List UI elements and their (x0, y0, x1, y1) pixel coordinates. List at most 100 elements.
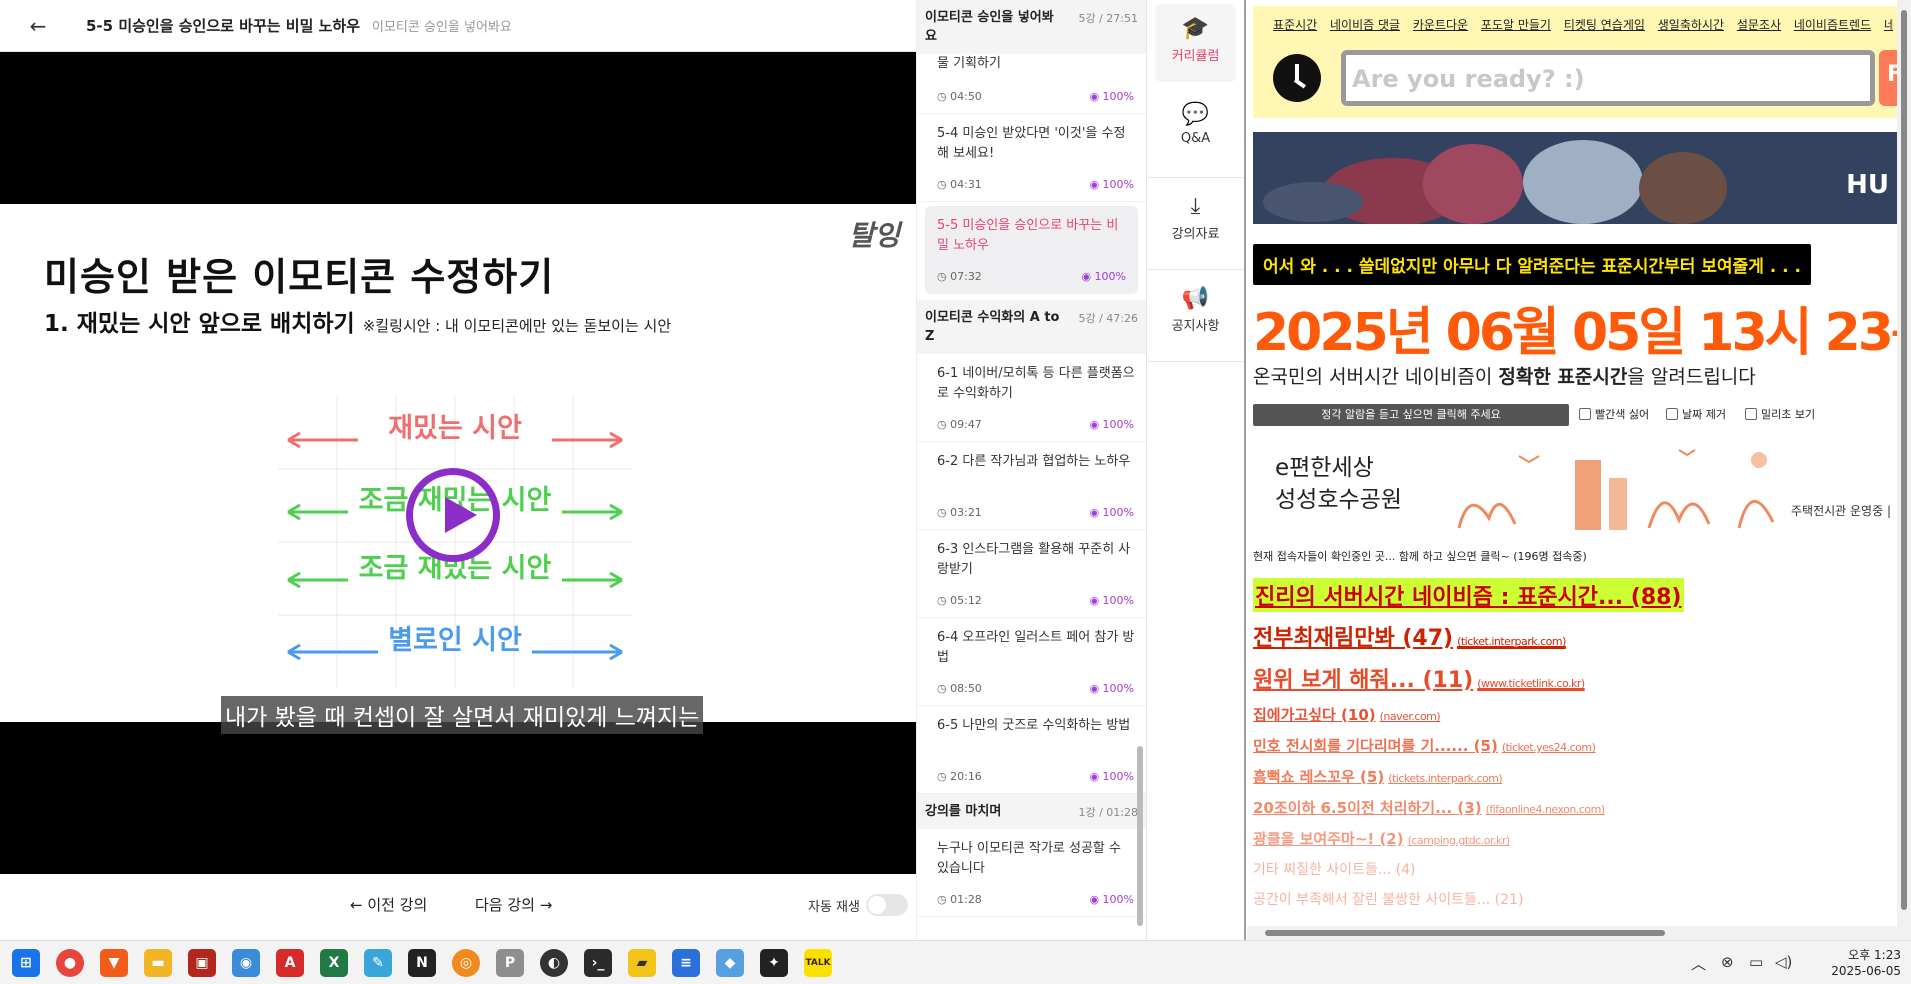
video-player[interactable]: 탈잉 미승인 받은 이모티콘 수정하기 1. 재밌는 시안 앞으로 배치하기 ※킬… (0, 52, 916, 874)
checkbox-red[interactable]: 빨간색 싫어 (1579, 406, 1649, 422)
brave-icon[interactable]: ▼ (100, 949, 128, 977)
nav-label: Q&A (1180, 131, 1211, 146)
lecture-title: 5-4 미승인 받았다면 '이것'을 수정해 보세요! (937, 126, 1126, 161)
alarm-button[interactable]: 정각 알람을 듣고 싶으면 클릭해 주세요 (1253, 404, 1569, 426)
lecture-item[interactable]: 물 기획하기 ◷ 04:50 ◉ 100% (917, 54, 1146, 114)
lecture-item-active[interactable]: 5-5 미승인을 승인으로 바꾸는 비밀 노하우 ◷ 07:32 ◉ 100% (925, 206, 1138, 294)
ranking-item[interactable]: 원위 보게 해줘... (11) (www.ticketlink.co.kr) (1253, 662, 1903, 694)
lecture-item[interactable]: 6-5 나만의 굿즈로 수익화하는 방법 ◷ 20:16 ◉ 100% (917, 706, 1146, 794)
lecture-duration: ◷ 01:28 (937, 893, 982, 906)
app-icon[interactable]: ▣ (188, 949, 216, 977)
nav-label: 공지사항 (1171, 319, 1220, 334)
scrollbar-thumb[interactable] (1901, 10, 1907, 910)
site-link[interactable]: 포도알 만들기 (1481, 18, 1551, 32)
site-link[interactable]: 네이비즘 댓글 (1330, 18, 1400, 32)
site-link[interactable]: 티켓팅 연습게임 (1564, 18, 1645, 32)
lecture-item[interactable]: 6-2 다른 작가님과 협업하는 노하우 ◷ 03:21 ◉ 100% (917, 442, 1146, 530)
folder-icon[interactable]: ▬ (144, 949, 172, 977)
download-icon: ⤓ (1190, 194, 1201, 219)
vertical-scrollbar[interactable] (1897, 0, 1911, 940)
paint-icon[interactable]: ✎ (364, 949, 392, 977)
duration-value: 20:16 (950, 770, 982, 783)
checkbox-box[interactable] (1579, 408, 1591, 420)
autoplay-toggle[interactable] (866, 894, 908, 916)
chrome-icon[interactable]: ● (56, 949, 84, 977)
visitors-notice[interactable]: 현재 접속자들이 확인중인 곳... 함께 하고 싶으면 클릭~ (196명 접… (1253, 548, 1587, 564)
ad-note: 주택전시관 운영중 | (1791, 504, 1891, 518)
nav-qna[interactable]: 💬 Q&A (1147, 86, 1244, 178)
network-icon[interactable]: ▭ (1749, 953, 1763, 971)
app-icon[interactable]: ◐ (540, 949, 568, 977)
back-arrow-icon[interactable]: ← (0, 14, 76, 38)
app-icon[interactable]: ✦ (760, 949, 788, 977)
chat-icon: 💬 (1181, 102, 1210, 127)
checkbox-box[interactable] (1745, 408, 1757, 420)
game-ad-banner[interactable]: HU (1253, 132, 1899, 224)
curriculum-section[interactable]: 이모티콘 수익화의 A to Z 5강 / 47:26 (917, 300, 1146, 354)
close-circle-icon[interactable]: ⊗ (1721, 953, 1734, 971)
lecture-item[interactable]: 6-3 인스타그램을 활용해 꾸준히 사랑받기 ◷ 05:12 ◉ 100% (917, 530, 1146, 618)
checkbox-date[interactable]: 날짜 제거 (1666, 406, 1726, 422)
lecture-progress: ◉ 100% (1089, 418, 1134, 431)
pdf-icon[interactable]: P (496, 949, 524, 977)
site-link[interactable]: 네이비즘 (1884, 18, 1893, 32)
site-link[interactable]: 표준시간 (1273, 18, 1317, 32)
checkbox-label: 날짜 제거 (1682, 408, 1726, 421)
clock-date: 2025-06-05 (1831, 964, 1901, 978)
brand-logo: 탈잉 (848, 219, 900, 252)
site-link[interactable]: 생일축하시간 (1658, 18, 1724, 32)
ranking-item[interactable]: 흠뻑쇼 레스꼬우 (5) (tickets.interpark.com) (1253, 766, 1903, 787)
site-link[interactable]: 설문조사 (1737, 18, 1781, 32)
kakaotalk-icon[interactable]: TALK (804, 949, 832, 977)
notion-icon[interactable]: N (408, 949, 436, 977)
site-url-input[interactable]: Are you ready? :) (1341, 50, 1875, 106)
apartment-ad[interactable]: e편한세상 성성호수공원 주택전시관 운영중 | (1253, 436, 1899, 532)
scrollbar-thumb[interactable] (1265, 930, 1665, 936)
duration-value: 04:31 (950, 178, 982, 191)
video-subtitle: 내가 봤을 때 컨셉이 잘 살면서 재미있게 느껴지는 (221, 696, 704, 734)
nav-notice[interactable]: 📢 공지사항 (1147, 270, 1244, 362)
excel-icon[interactable]: X (320, 949, 348, 977)
ranking-item[interactable]: 20조이하 6.5이전 처리하기... (3) (fifaonline4.nexo… (1253, 797, 1903, 818)
checkbox-box[interactable] (1666, 408, 1678, 420)
ranking-item[interactable]: 진리의 서버시간 네이비즘 : 표준시간... (88) (1253, 578, 1684, 612)
ranking-item[interactable]: 공간이 부족해서 잘린 불쌍한 사이트들... (21) (1253, 889, 1903, 909)
ranking-item[interactable]: 광클을 보여주마~! (2) (camping.gtdc.or.kr) (1253, 828, 1903, 849)
clock[interactable]: 오후 1:23 2025-06-05 (1817, 947, 1901, 979)
nav-curriculum[interactable]: 🎓 커리큘럼 (1155, 4, 1236, 82)
ranking-item[interactable]: 기타 찌질한 사이트들... (4) (1253, 859, 1903, 879)
notepad-icon[interactable]: ≡ (672, 949, 700, 977)
app-icon[interactable]: ◉ (232, 949, 260, 977)
section-title: 이모티콘 승인을 넣어봐요 (925, 10, 1054, 44)
progress-value: 100% (1102, 90, 1134, 103)
volume-icon[interactable]: ◁) (1775, 953, 1792, 971)
next-lecture-button[interactable]: 다음 강의 → (475, 894, 552, 915)
lecture-item[interactable]: 6-4 오프라인 일러스트 페어 참가 방법 ◷ 08:50 ◉ 100% (917, 618, 1146, 706)
site-link[interactable]: 네이비즘트렌드 (1794, 18, 1871, 32)
chevron-up-icon[interactable]: ︿ (1691, 953, 1706, 974)
lecture-item[interactable]: 누구나 이모티콘 작가로 성공할 수 있습니다 ◷ 01:28 ◉ 100% (917, 829, 1146, 917)
ranking-item[interactable]: 집에가고싶다 (10) (naver.com) (1253, 704, 1903, 725)
curriculum-scrollbar[interactable] (1136, 6, 1144, 934)
curriculum-section[interactable]: 강의를 마치며 1강 / 01:28 (917, 794, 1146, 829)
scrollbar-thumb[interactable] (1137, 746, 1143, 926)
sticky-notes-icon[interactable]: ▰ (628, 949, 656, 977)
lecture-item[interactable]: 5-4 미승인 받았다면 '이것'을 수정해 보세요! ◷ 04:31 ◉ 10… (917, 114, 1146, 202)
desc-bold: 정확한 표준시간 (1498, 366, 1628, 388)
prev-lecture-button[interactable]: ← 이전 강의 (350, 894, 427, 915)
horizontal-scrollbar[interactable] (1247, 926, 1897, 940)
start-icon[interactable]: ⊞ (12, 949, 40, 977)
acrobat-icon[interactable]: A (276, 949, 304, 977)
blender-icon[interactable]: ◎ (452, 949, 480, 977)
paint3d-icon[interactable]: ◆ (716, 949, 744, 977)
play-icon[interactable] (406, 468, 500, 562)
nav-materials[interactable]: ⤓ 강의자료 (1147, 178, 1244, 270)
ranking-item[interactable]: 전부최재림만봐 (47) (ticket.interpark.com) (1253, 620, 1903, 652)
ranking-item[interactable]: 민호 전시회를 기다리며를 기...... (5) (ticket.yes24.c… (1253, 735, 1903, 756)
terminal-icon[interactable]: ›_ (584, 949, 612, 977)
lecture-item[interactable]: 6-1 네이버/모히톡 등 다른 플랫폼으로 수익화하기 ◷ 09:47 ◉ 1… (917, 354, 1146, 442)
curriculum-section[interactable]: 이모티콘 승인을 넣어봐요 5강 / 27:51 (917, 0, 1146, 54)
checkbox-ms[interactable]: 밀리초 보기 (1745, 406, 1815, 422)
banner-text: HU (1846, 170, 1889, 200)
site-link[interactable]: 카운트다운 (1413, 18, 1468, 32)
